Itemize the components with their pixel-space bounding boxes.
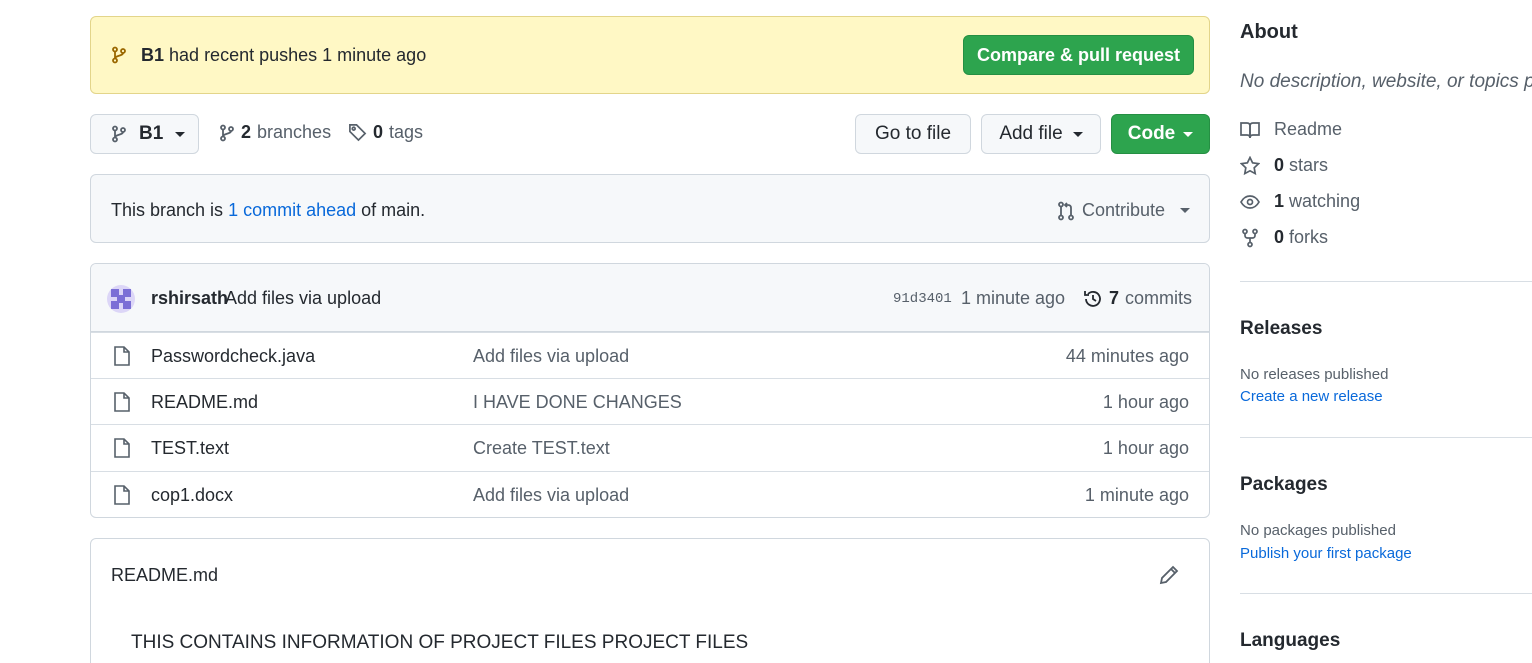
tags-count: 0 <box>373 122 384 142</box>
git-branch-icon <box>111 125 127 143</box>
commits-history-link[interactable]: 7 commits <box>1083 288 1192 309</box>
publish-package-link[interactable]: Publish your first package <box>1240 545 1412 562</box>
divider <box>1240 593 1532 594</box>
file-commit-link[interactable]: Add files via upload <box>473 485 629 506</box>
chevron-down-icon <box>1072 131 1083 137</box>
push-message: B1 had recent pushes 1 minute ago <box>141 45 426 66</box>
chevron-down-icon <box>1183 131 1194 137</box>
packages-empty-text: No packages published <box>1240 522 1396 539</box>
file-icon <box>113 485 131 505</box>
file-icon <box>113 438 131 458</box>
eye-icon <box>1240 192 1260 212</box>
book-icon <box>1240 121 1260 139</box>
releases-empty-text: No releases published <box>1240 366 1389 383</box>
file-age: 1 hour ago <box>1102 438 1189 458</box>
contribute-label: Contribute <box>1082 200 1166 220</box>
readme-content: THIS CONTAINS INFORMATION OF PROJECT FIL… <box>131 632 749 653</box>
file-row: TEST.text Create TEST.text 1 hour ago <box>91 424 1209 470</box>
commit-time: 1 minute ago <box>961 288 1066 308</box>
code-label: Code <box>1127 123 1176 144</box>
divider <box>1240 281 1532 282</box>
stars-label: stars <box>1289 155 1329 175</box>
file-name-link[interactable]: Passwordcheck.java <box>151 346 315 367</box>
file-commit-link[interactable]: Add files via upload <box>473 346 629 367</box>
go-to-file-button[interactable]: Go to file <box>855 114 971 154</box>
watching-link[interactable]: 1 watching <box>1240 191 1360 212</box>
push-branch-name[interactable]: B1 <box>141 45 164 65</box>
code-button[interactable]: Code <box>1111 114 1210 154</box>
forks-link[interactable]: 0 forks <box>1240 227 1328 248</box>
pull-request-icon <box>1057 201 1075 221</box>
tags-link[interactable]: 0 tags <box>348 122 423 143</box>
languages-heading: Languages <box>1240 630 1341 651</box>
stars-link[interactable]: 0 stars <box>1240 155 1328 176</box>
file-commit-link[interactable]: I HAVE DONE CHANGES <box>473 392 682 413</box>
commit-author-link[interactable]: rshirsath <box>151 288 228 309</box>
tag-icon <box>348 123 367 142</box>
watching-count: 1 <box>1274 191 1285 211</box>
file-name-link[interactable]: README.md <box>151 392 258 413</box>
divider <box>1240 437 1532 438</box>
recent-push-banner: B1 had recent pushes 1 minute ago Compar… <box>90 16 1210 94</box>
pencil-icon[interactable] <box>1158 564 1180 586</box>
file-icon <box>113 392 131 412</box>
readme-title[interactable]: README.md <box>111 565 218 586</box>
file-age: 1 hour ago <box>1102 392 1189 412</box>
branches-link[interactable]: 2 branches <box>219 122 331 143</box>
packages-heading[interactable]: Packages <box>1240 474 1328 496</box>
file-list: rshirsath Add files via upload 91d3401 1… <box>90 263 1210 518</box>
file-row: cop1.docx Add files via upload 1 minute … <box>91 471 1209 517</box>
stars-count: 0 <box>1274 155 1285 175</box>
file-row: README.md I HAVE DONE CHANGES 1 hour ago <box>91 378 1209 424</box>
git-branch-icon <box>111 46 127 64</box>
watching-label: watching <box>1289 191 1361 211</box>
add-file-label: Add file <box>999 123 1063 144</box>
commit-ahead-link[interactable]: 1 commit ahead <box>228 200 356 220</box>
commits-count: 7 <box>1109 288 1120 308</box>
file-commit-link[interactable]: Create TEST.text <box>473 438 610 459</box>
forks-count: 0 <box>1274 227 1285 247</box>
forks-label: forks <box>1289 227 1329 247</box>
compare-pull-request-button[interactable]: Compare & pull request <box>963 35 1194 75</box>
file-row: Passwordcheck.java Add files via upload … <box>91 332 1209 378</box>
releases-heading[interactable]: Releases <box>1240 318 1322 340</box>
readme-link[interactable]: Readme <box>1240 119 1342 140</box>
history-icon <box>1083 289 1103 309</box>
branch-select-label: B1 <box>139 123 164 144</box>
file-name-link[interactable]: TEST.text <box>151 438 229 459</box>
branch-select-button[interactable]: B1 <box>90 114 199 154</box>
git-branch-icon <box>219 124 235 142</box>
fork-icon <box>1240 228 1260 248</box>
create-release-link[interactable]: Create a new release <box>1240 388 1383 405</box>
about-heading: About <box>1240 21 1298 43</box>
chevron-down-icon <box>175 131 186 137</box>
branch-status-prefix: This branch is <box>111 200 224 220</box>
latest-commit-row: rshirsath Add files via upload 91d3401 1… <box>91 264 1209 332</box>
branch-status-text: This branch is 1 commit ahead of main. <box>111 200 425 221</box>
branches-count: 2 <box>241 122 252 142</box>
file-age: 44 minutes ago <box>1065 346 1189 366</box>
readme-panel: README.md THIS CONTAINS INFORMATION OF P… <box>90 538 1210 663</box>
contribute-dropdown[interactable]: Contribute <box>1057 200 1191 221</box>
branch-status-suffix: of main. <box>361 200 426 220</box>
add-file-button[interactable]: Add file <box>981 114 1101 154</box>
tags-label: tags <box>389 122 424 142</box>
about-description: No description, website, or topics provi… <box>1240 71 1532 92</box>
branches-label: branches <box>257 122 332 142</box>
avatar[interactable] <box>107 285 135 313</box>
commit-sha-link[interactable]: 91d3401 <box>893 291 952 307</box>
file-name-link[interactable]: cop1.docx <box>151 485 233 506</box>
file-age: 1 minute ago <box>1084 485 1189 505</box>
chevron-down-icon <box>1180 208 1191 213</box>
commit-message-link[interactable]: Add files via upload <box>225 288 381 309</box>
branch-status-box: This branch is 1 commit ahead of main. C… <box>90 174 1210 243</box>
readme-link-label: Readme <box>1274 119 1343 139</box>
star-icon <box>1240 155 1260 176</box>
file-icon <box>113 346 131 366</box>
push-text: had recent pushes 1 minute ago <box>169 45 427 65</box>
commits-label: commits <box>1125 288 1193 308</box>
